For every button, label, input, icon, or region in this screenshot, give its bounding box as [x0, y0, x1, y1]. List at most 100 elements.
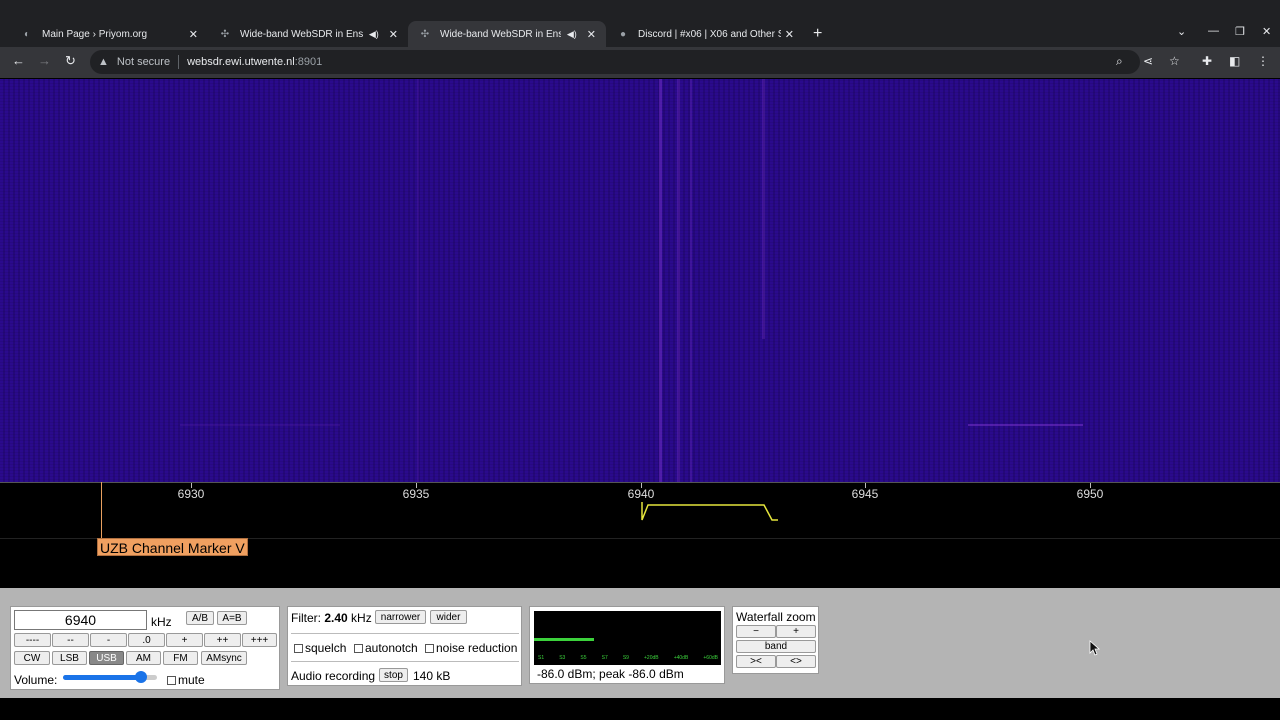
ab-button[interactable]: A/B: [186, 611, 214, 625]
waterfall-zoom-panel: Waterfall zoom − + band >< <>: [732, 606, 819, 674]
wider-button[interactable]: wider: [430, 610, 467, 624]
zoom-in-button[interactable]: +: [776, 625, 816, 638]
security-label[interactable]: Not secure: [117, 56, 170, 68]
smeter-readout: -86.0 dBm; peak -86.0 dBm: [537, 667, 684, 681]
smeter-scale-label: +20dB: [644, 655, 659, 661]
smeter-scale-label: S3: [559, 655, 566, 661]
share-icon[interactable]: ⋖: [1143, 54, 1153, 68]
close-tab-icon[interactable]: ✕: [587, 28, 596, 41]
checkbox-box[interactable]: [294, 644, 303, 653]
new-tab-icon[interactable]: +: [813, 25, 822, 43]
mode-usb-button[interactable]: USB: [89, 651, 124, 665]
volume-slider-fill: [63, 675, 141, 680]
zoom-icon[interactable]: ⌕: [1116, 54, 1123, 69]
step-button[interactable]: .0: [128, 633, 165, 647]
close-tab-icon[interactable]: ✕: [785, 28, 794, 41]
websdr-favicon-icon: ✣: [220, 28, 230, 40]
filter-unit: kHz: [351, 611, 372, 625]
close-tab-icon[interactable]: ✕: [189, 28, 198, 41]
warning-icon[interactable]: ▲: [98, 56, 109, 68]
zoom-out-button[interactable]: −: [736, 625, 776, 638]
frequency-unit: kHz: [151, 615, 172, 629]
passband-indicator[interactable]: [640, 500, 778, 522]
tab-title: Main Page › Priyom.org: [42, 28, 148, 40]
frequency-input[interactable]: 6940: [14, 610, 147, 630]
tab-title: Discord | #x06 | X06 and Other St: [638, 28, 781, 40]
scale-label: 6930: [177, 487, 205, 501]
forward-icon[interactable]: →: [38, 53, 51, 68]
zoom-wide-button[interactable]: <>: [776, 655, 816, 668]
tab-discord[interactable]: ● Discord | #x06 | X06 and Other St ✕: [606, 21, 804, 47]
mode-fm-button[interactable]: FM: [163, 651, 198, 665]
smeter-scale-label: S9: [622, 655, 629, 661]
step-button[interactable]: +++: [242, 633, 277, 647]
checkbox-box[interactable]: [167, 676, 176, 685]
signal-trace: [690, 79, 692, 482]
squelch-checkbox[interactable]: squelch: [294, 641, 346, 655]
url-host[interactable]: websdr.ewi.utwente.nl: [187, 56, 295, 68]
step-button[interactable]: +: [166, 633, 203, 647]
reload-icon[interactable]: ↻: [65, 53, 76, 69]
smeter-scale-label: S5: [580, 655, 587, 661]
speaker-icon[interactable]: ◀): [369, 29, 379, 40]
autonotch-checkbox[interactable]: autonotch: [354, 641, 418, 655]
mute-checkbox[interactable]: mute: [167, 673, 205, 687]
step-button[interactable]: --: [52, 633, 89, 647]
mode-amsync-button[interactable]: AMsync: [201, 651, 247, 665]
mode-cw-button[interactable]: CW: [14, 651, 50, 665]
passband-shape: [641, 502, 778, 521]
squelch-label: squelch: [305, 641, 347, 655]
speaker-icon[interactable]: ◀): [567, 29, 577, 40]
noise-reduction-label: noise reduction: [436, 641, 518, 655]
step-button[interactable]: ++: [204, 633, 241, 647]
volume-slider[interactable]: [63, 671, 157, 683]
tab-websdr-2[interactable]: ✣ Wide-band WebSDR in Ensch ◀) ✕: [408, 21, 606, 47]
checkbox-box[interactable]: [425, 644, 434, 653]
a-equals-b-button[interactable]: A=B: [217, 611, 247, 625]
mode-am-button[interactable]: AM: [126, 651, 161, 665]
signal-trace: [968, 424, 1083, 426]
tab-priyom[interactable]: ◐ Main Page › Priyom.org ✕: [10, 21, 208, 47]
volume-slider-knob[interactable]: [135, 671, 147, 683]
scale-label: 6945: [851, 487, 879, 501]
frequency-panel: 6940 kHz A/B A=B ---- -- - .0 + ++ +++ C…: [10, 606, 280, 690]
mode-lsb-button[interactable]: LSB: [52, 651, 87, 665]
step-button[interactable]: ----: [14, 633, 51, 647]
band-button[interactable]: band: [736, 640, 816, 653]
filter-readout: Filter: 2.40 kHz: [291, 611, 372, 625]
tab-search-icon[interactable]: ⌄: [1177, 25, 1186, 38]
recording-size: 140 kB: [413, 669, 451, 683]
close-tab-icon[interactable]: ✕: [389, 28, 398, 41]
tab-title: Wide-band WebSDR in Ensch: [440, 28, 561, 40]
smeter-scale-label: S1: [538, 655, 545, 661]
menu-icon[interactable]: ⋮: [1257, 54, 1269, 68]
signal-trace: [762, 79, 765, 339]
tab-title: Wide-band WebSDR in Ensch: [240, 28, 363, 40]
narrower-button[interactable]: narrower: [375, 610, 426, 624]
zoom-narrow-button[interactable]: ><: [736, 655, 776, 668]
address-bar[interactable]: ▲ Not secure websdr.ewi.utwente.nl :8901: [90, 50, 1140, 74]
bookmark-star-icon[interactable]: ☆: [1169, 54, 1180, 68]
waterfall-display[interactable]: [0, 79, 1280, 482]
signal-trace: [417, 79, 419, 482]
bottom-bar: [0, 698, 1280, 720]
minimize-icon[interactable]: —: [1208, 25, 1219, 37]
tab-websdr-1[interactable]: ✣ Wide-band WebSDR in Ensch ◀) ✕: [208, 21, 408, 47]
filter-panel: Filter: 2.40 kHz narrower wider squelch …: [287, 606, 522, 686]
signal-trace: [659, 79, 662, 482]
divider: [291, 633, 519, 634]
stop-recording-button[interactable]: stop: [379, 668, 408, 682]
filter-label: Filter:: [291, 611, 321, 625]
back-icon[interactable]: ←: [12, 53, 25, 68]
discord-favicon-icon: ●: [619, 28, 627, 40]
checkbox-box[interactable]: [354, 644, 363, 653]
url-port[interactable]: :8901: [295, 56, 323, 68]
close-window-icon[interactable]: ✕: [1262, 25, 1271, 38]
restore-icon[interactable]: ❐: [1235, 25, 1245, 38]
extensions-icon[interactable]: ✚: [1202, 54, 1212, 68]
channel-marker-label[interactable]: UZB Channel Marker V: [97, 538, 248, 556]
step-button[interactable]: -: [90, 633, 127, 647]
noise-reduction-checkbox[interactable]: noise reduction: [425, 641, 517, 655]
waterfall-zoom-title: Waterfall zoom: [736, 610, 816, 624]
side-panel-icon[interactable]: ◧: [1229, 54, 1240, 68]
